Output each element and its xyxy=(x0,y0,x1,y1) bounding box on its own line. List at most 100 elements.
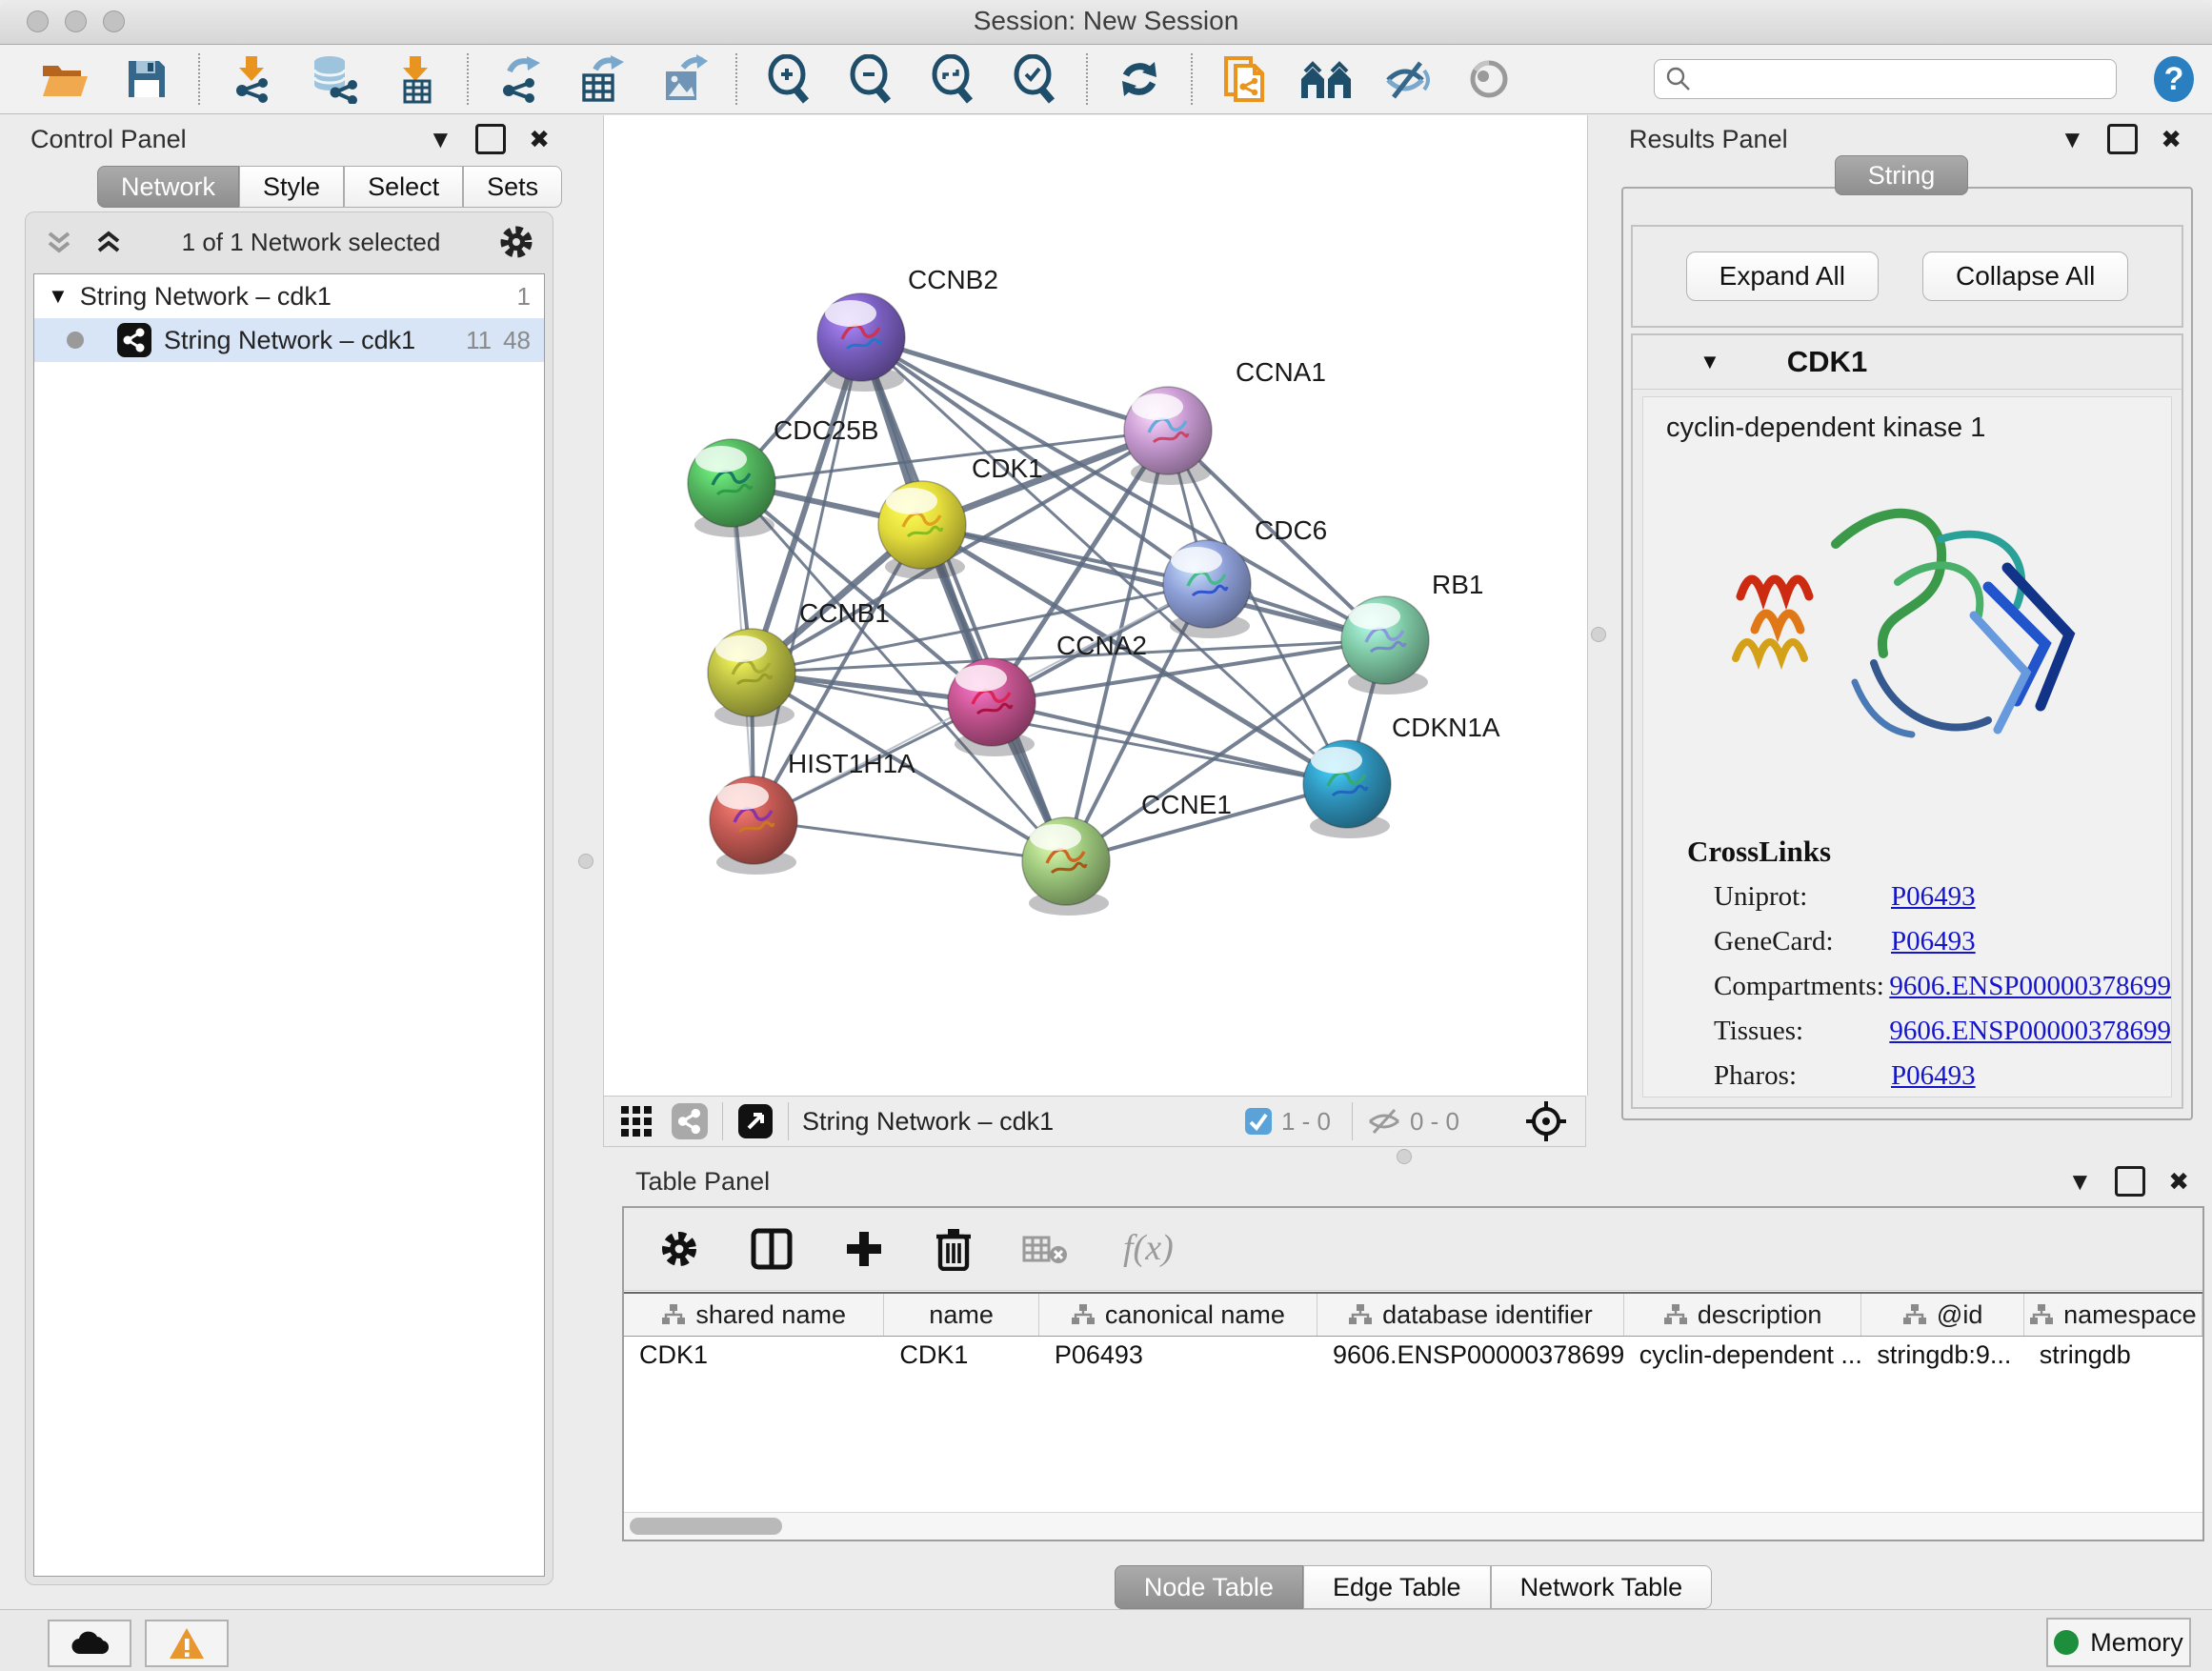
tab-style[interactable]: Style xyxy=(239,166,344,208)
float-panel-icon[interactable] xyxy=(475,124,506,154)
network-graph[interactable]: CCNB2CCNA1CDC25BCDK1CDC6RB1CCNB1CCNA2CDK… xyxy=(604,115,1587,1096)
tab-network-table[interactable]: Network Table xyxy=(1491,1565,1713,1609)
gene-expand-icon[interactable]: ▼ xyxy=(1699,350,1720,374)
warnings-button[interactable] xyxy=(145,1620,229,1667)
zoom-fit-button[interactable] xyxy=(928,54,977,104)
right-splitter-handle[interactable] xyxy=(1591,627,1606,642)
memory-button[interactable]: Memory xyxy=(2046,1618,2191,1667)
node-HIST1H1A[interactable]: HIST1H1A xyxy=(710,749,915,875)
crosslink-link[interactable]: P06493 xyxy=(1891,926,1976,957)
tab-select[interactable]: Select xyxy=(344,166,463,208)
table-collapse-icon[interactable]: ▼ xyxy=(2067,1169,2092,1194)
first-neighbors-button[interactable] xyxy=(1301,54,1351,104)
column-header-database-identifier[interactable]: database identifier xyxy=(1317,1294,1624,1336)
table-add-button[interactable] xyxy=(843,1228,885,1270)
refresh-button[interactable] xyxy=(1115,54,1164,104)
tab-node-table[interactable]: Node Table xyxy=(1115,1565,1303,1609)
show-all-button[interactable] xyxy=(1465,54,1515,104)
help-button[interactable]: ? xyxy=(2149,54,2199,104)
table-cell[interactable]: stringdb xyxy=(2024,1337,2202,1377)
tab-string[interactable]: String xyxy=(1835,155,1969,195)
column-header-namespace[interactable]: namespace xyxy=(2024,1294,2202,1336)
edge-CCNB2-CCNA1[interactable] xyxy=(861,337,1168,431)
zoom-out-button[interactable] xyxy=(846,54,895,104)
tab-sets[interactable]: Sets xyxy=(463,166,562,208)
hide-selected-button[interactable] xyxy=(1383,54,1433,104)
table-cell[interactable]: cyclin-dependent ... xyxy=(1624,1337,1862,1377)
collapse-all-networks-icon[interactable] xyxy=(43,226,75,258)
minimize-window-button[interactable] xyxy=(65,10,87,32)
node-CCNA1[interactable]: CCNA1 xyxy=(1124,357,1326,485)
export-image-button[interactable] xyxy=(659,54,709,104)
table-cell[interactable]: stringdb:9... xyxy=(1861,1337,2023,1377)
network-options-gear-icon[interactable] xyxy=(497,223,535,261)
scrollbar-thumb[interactable] xyxy=(630,1518,782,1535)
column-header-shared-name[interactable]: shared name xyxy=(624,1294,884,1336)
edge-CCNA2-CDKN1A[interactable] xyxy=(992,702,1347,784)
open-session-button[interactable] xyxy=(40,54,90,104)
table-cell[interactable]: CDK1 xyxy=(884,1337,1038,1377)
table-float-icon[interactable] xyxy=(2115,1166,2145,1197)
export-table-button[interactable] xyxy=(577,54,627,104)
grid-view-icon[interactable] xyxy=(619,1104,654,1138)
import-network-button[interactable] xyxy=(227,54,276,104)
table-delete-button[interactable] xyxy=(935,1227,973,1271)
import-network-database-button[interactable] xyxy=(309,54,358,104)
table-columns-button[interactable] xyxy=(750,1227,794,1271)
column-header--id[interactable]: @id xyxy=(1861,1294,2023,1336)
collection-expand-icon[interactable]: ▼ xyxy=(48,284,69,309)
network-collection-row[interactable]: ▼ String Network – cdk1 1 xyxy=(34,274,544,318)
table-cell[interactable]: 9606.ENSP00000378699 xyxy=(1317,1337,1624,1377)
table-close-icon[interactable]: ✖ xyxy=(2168,1169,2189,1194)
table-horizontal-scrollbar[interactable] xyxy=(624,1512,2202,1540)
node-CDKN1A[interactable]: CDKN1A xyxy=(1303,713,1500,838)
table-function-button[interactable]: f(x) xyxy=(1119,1227,1186,1271)
birds-eye-view-icon[interactable] xyxy=(736,1102,774,1140)
table-delete-table-button[interactable] xyxy=(1022,1232,1070,1266)
collapse-panel-icon[interactable]: ▼ xyxy=(428,127,452,151)
crosslink-link[interactable]: P06493 xyxy=(1891,1060,1976,1092)
zoom-selected-button[interactable] xyxy=(1010,54,1059,104)
table-cell[interactable]: P06493 xyxy=(1039,1337,1317,1377)
tab-edge-table[interactable]: Edge Table xyxy=(1303,1565,1491,1609)
network-canvas[interactable]: CCNB2CCNA1CDC25BCDK1CDC6RB1CCNB1CCNA2CDK… xyxy=(603,115,1588,1096)
cloud-status-button[interactable] xyxy=(48,1620,131,1667)
window-controls[interactable] xyxy=(27,10,125,32)
column-header-canonical-name[interactable]: canonical name xyxy=(1039,1294,1317,1336)
table-row[interactable]: CDK1CDK1P064939606.ENSP00000378699cyclin… xyxy=(624,1337,2202,1377)
node-table[interactable]: shared namenamecanonical namedatabase id… xyxy=(624,1292,2202,1513)
network-row[interactable]: String Network – cdk1 11 48 xyxy=(34,318,544,362)
column-header-description[interactable]: description xyxy=(1624,1294,1862,1336)
column-header-name[interactable]: name xyxy=(884,1294,1038,1336)
results-collapse-icon[interactable]: ▼ xyxy=(2060,127,2084,151)
search-input[interactable] xyxy=(1693,64,2106,95)
edge-HIST1H1A-CCNE1[interactable] xyxy=(754,820,1066,861)
zoom-in-button[interactable] xyxy=(764,54,814,104)
crosslink-link[interactable]: 9606.ENSP00000378699 xyxy=(1889,1016,2171,1047)
copy-document-button[interactable] xyxy=(1219,54,1269,104)
fit-selected-crosshair-icon[interactable] xyxy=(1524,1099,1568,1143)
expand-all-networks-icon[interactable] xyxy=(92,226,125,258)
node-RB1[interactable]: RB1 xyxy=(1341,570,1483,695)
export-network-button[interactable] xyxy=(495,54,545,104)
crosslink-row: Uniprot: P06493 xyxy=(1643,875,2171,919)
expand-all-button[interactable]: Expand All xyxy=(1686,252,1879,301)
tab-network[interactable]: Network xyxy=(97,166,239,208)
import-table-button[interactable] xyxy=(391,54,440,104)
collapse-all-button[interactable]: Collapse All xyxy=(1922,252,2128,301)
left-splitter-handle[interactable] xyxy=(578,854,593,869)
crosslink-link[interactable]: 9606.ENSP00000378699 xyxy=(1889,971,2171,1002)
node-CCNE1[interactable]: CCNE1 xyxy=(1022,790,1232,916)
add-icon xyxy=(843,1228,885,1270)
results-float-icon[interactable] xyxy=(2107,124,2138,154)
close-window-button[interactable] xyxy=(27,10,49,32)
network-view-mode-icon[interactable] xyxy=(671,1102,709,1140)
close-panel-icon[interactable]: ✖ xyxy=(529,127,550,151)
maximize-window-button[interactable] xyxy=(103,10,125,32)
crosslink-link[interactable]: P06493 xyxy=(1891,881,1976,913)
save-session-button[interactable] xyxy=(122,54,171,104)
table-gear-button[interactable] xyxy=(658,1228,700,1270)
results-close-icon[interactable]: ✖ xyxy=(2161,127,2182,151)
table-cell[interactable]: CDK1 xyxy=(624,1337,884,1377)
search-box[interactable] xyxy=(1654,59,2117,99)
